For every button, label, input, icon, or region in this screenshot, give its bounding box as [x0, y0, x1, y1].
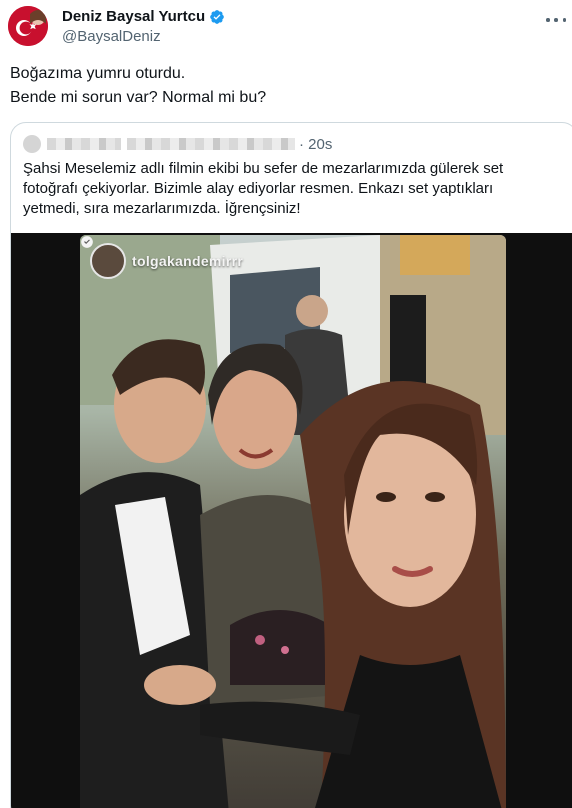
tweet-line: Boğazıma yumru oturdu.: [10, 65, 186, 82]
turkish-flag-avatar-icon: [8, 6, 48, 46]
quoted-tweet-card[interactable]: · 20s Şahsi Meselemiz adlı filmin ekibi …: [10, 122, 572, 808]
author-name[interactable]: Deniz Baysal Yurtcu: [62, 8, 225, 25]
more-options-icon[interactable]: [546, 12, 566, 28]
blurred-handle: [127, 138, 295, 150]
instagram-verified-icon: [81, 236, 93, 248]
blurred-name: [47, 138, 121, 150]
instagram-username: tolgakandemirrr: [132, 253, 244, 269]
quoted-tweet-time[interactable]: · 20s: [299, 136, 332, 153]
quoted-line: fotoğrafı çekiyorlar. Bizimle alay ediyo…: [23, 180, 494, 197]
author-name-text[interactable]: Deniz Baysal Yurtcu: [62, 8, 205, 25]
tweet-text: Boğazıma yumru oturdu. Bende mi sorun va…: [10, 62, 550, 110]
author-avatar[interactable]: [8, 6, 48, 46]
quoted-line: yetmedi, sıra mezarlarımızda. İğrençsini…: [23, 200, 301, 217]
author-handle[interactable]: @BaysalDeniz: [62, 28, 161, 45]
selfie-photo[interactable]: tolgakandemirrr: [80, 235, 506, 808]
instagram-avatar: [90, 243, 126, 279]
blurred-avatar: [23, 135, 41, 153]
quoted-tweet-text: Şahsi Meselemiz adlı filmin ekibi bu sef…: [23, 159, 563, 219]
tweet-line: Bende mi sorun var? Normal mi bu?: [10, 89, 267, 106]
quoted-tweet-header: · 20s: [23, 135, 332, 153]
quoted-line: Şahsi Meselemiz adlı filmin ekibi bu sef…: [23, 160, 504, 177]
verified-badge-icon: [210, 9, 224, 24]
quoted-tweet-media[interactable]: tolgakandemirrr: [11, 233, 572, 808]
photo-scene: [80, 235, 506, 808]
